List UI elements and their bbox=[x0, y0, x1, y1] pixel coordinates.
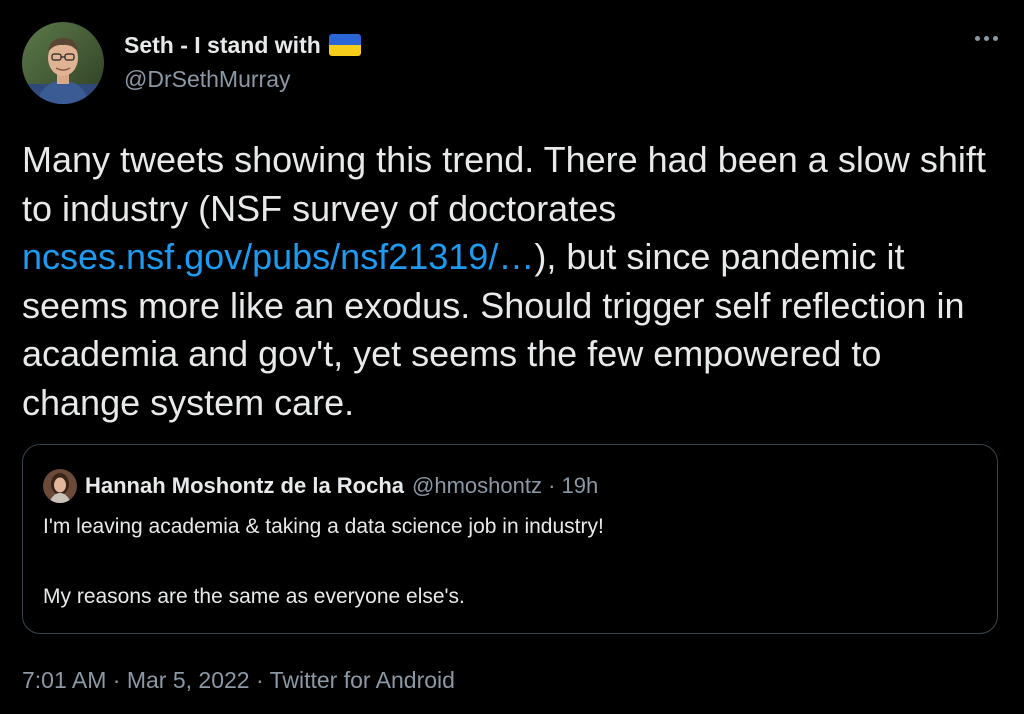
quoted-author-avatar[interactable] bbox=[43, 469, 77, 503]
ukraine-flag-icon bbox=[328, 34, 361, 56]
quoted-author-handle-time[interactable]: @hmoshontz · 19h bbox=[412, 471, 598, 501]
tweet: Seth - I stand with @DrSethMurray Many t… bbox=[0, 0, 1024, 714]
author-handle[interactable]: @DrSethMurray bbox=[124, 64, 361, 94]
author-avatar-image bbox=[22, 22, 104, 104]
tweet-text-part-1: Many tweets showing this trend. There ha… bbox=[22, 139, 986, 229]
quoted-tweet-header: Hannah Moshontz de la Rocha @hmoshontz ·… bbox=[43, 469, 598, 503]
tweet-link[interactable]: ncses.nsf.gov/pubs/nsf21319/… bbox=[22, 236, 534, 277]
author-display-name[interactable]: Seth - I stand with bbox=[124, 30, 321, 60]
more-options-icon[interactable] bbox=[975, 36, 998, 41]
quoted-tweet-card[interactable]: Hannah Moshontz de la Rocha @hmoshontz ·… bbox=[22, 444, 998, 634]
author-header: Seth - I stand with @DrSethMurray bbox=[124, 30, 361, 94]
author-display-name-row[interactable]: Seth - I stand with bbox=[124, 30, 361, 60]
author-avatar[interactable] bbox=[22, 22, 104, 104]
quoted-tweet-text-line-2: My reasons are the same as everyone else… bbox=[43, 585, 465, 608]
quoted-author-name[interactable]: Hannah Moshontz de la Rocha bbox=[85, 471, 404, 501]
tweet-timestamp-source[interactable]: 7:01 AM · Mar 5, 2022 · Twitter for Andr… bbox=[22, 664, 455, 696]
quoted-tweet-text-line-1: I'm leaving academia & taking a data sci… bbox=[43, 515, 604, 538]
tweet-text: Many tweets showing this trend. There ha… bbox=[22, 136, 1002, 427]
quoted-author-avatar-image bbox=[43, 469, 77, 503]
